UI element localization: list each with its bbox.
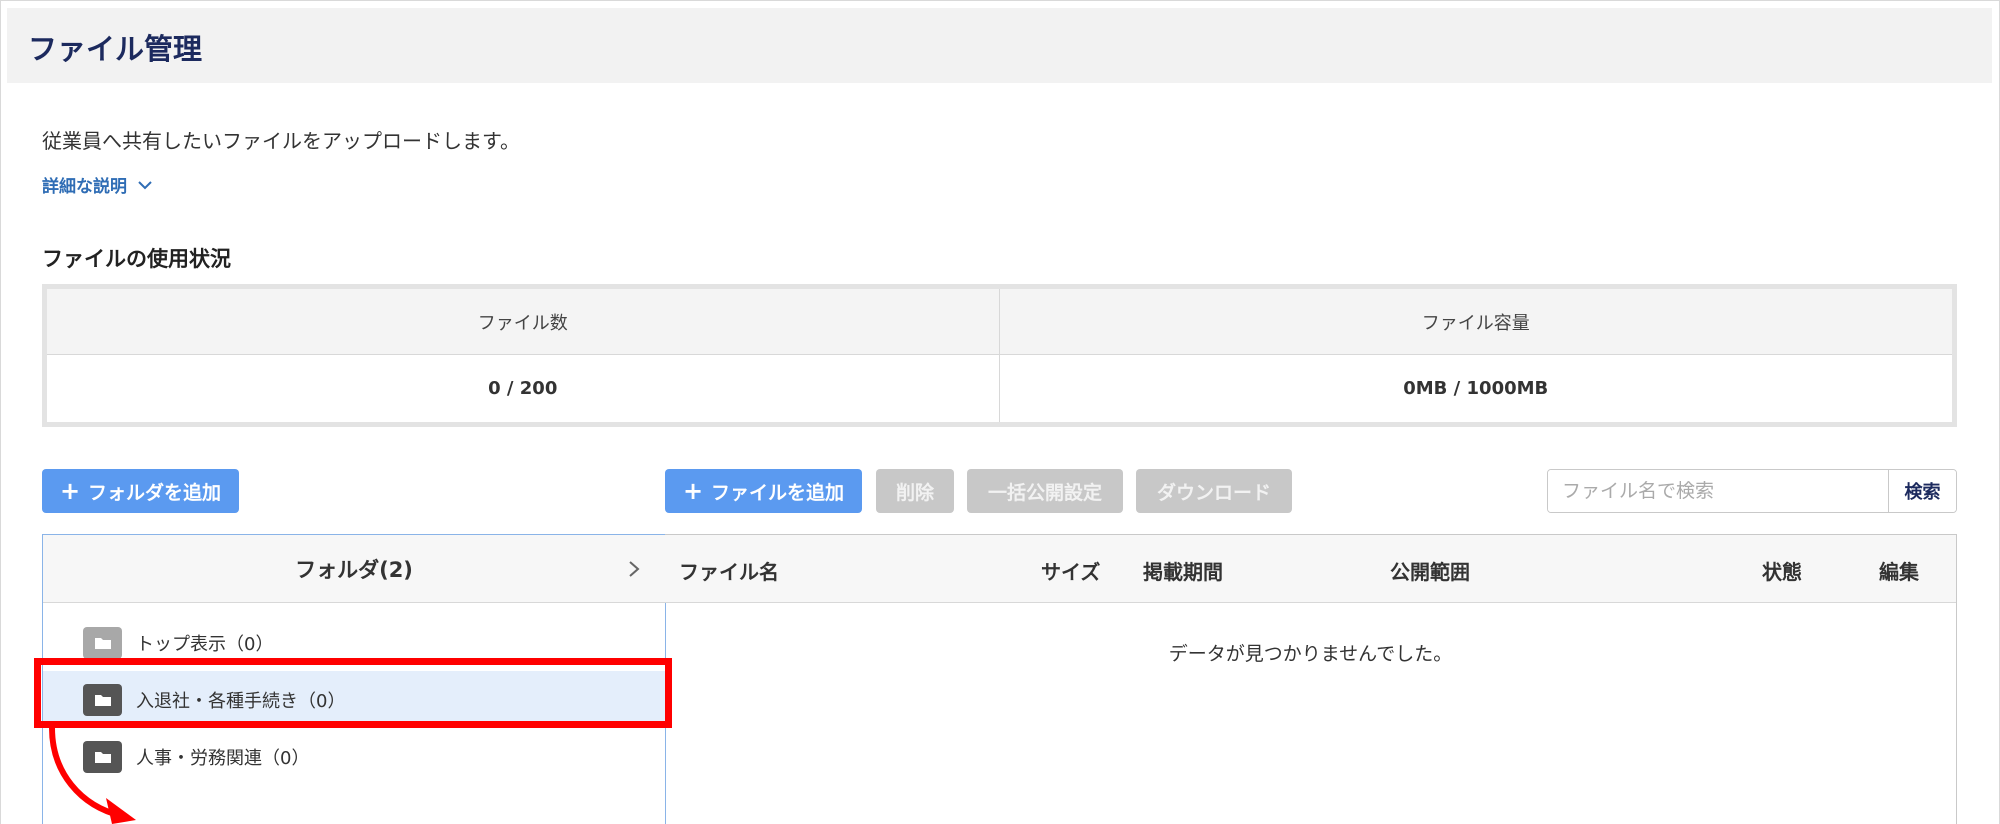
usage-header-file-count: ファイル数	[47, 289, 1000, 355]
file-panel: ファイル名 サイズ 掲載期間 公開範囲 状態 編集 データが見つかりませんでした…	[665, 534, 1957, 824]
detail-link-label: 詳細な説明	[42, 177, 127, 197]
search-box: 検索	[1547, 469, 1957, 513]
add-folder-button[interactable]: + フォルダを追加	[42, 469, 239, 513]
page-title: ファイル管理	[28, 32, 203, 66]
column-status: 状態	[1762, 560, 1802, 584]
column-publish-scope: 公開範囲	[1390, 560, 1470, 584]
detail-toggle-link[interactable]: 詳細な説明	[42, 172, 153, 197]
column-size: サイズ	[1041, 560, 1101, 584]
usage-header-file-capacity: ファイル容量	[999, 289, 1952, 355]
empty-message: データが見つかりませんでした。	[1168, 643, 1453, 665]
column-publish-period: 掲載期間	[1143, 560, 1223, 584]
usage-value-file-count: 0 / 200	[47, 355, 1000, 422]
folder-item-label: トップ表示（0）	[136, 633, 274, 655]
folder-count-label: フォルダ(2)	[295, 557, 413, 582]
plus-icon: +	[59, 477, 81, 505]
red-arrow-annotation	[49, 727, 136, 824]
search-button[interactable]: 検索	[1888, 470, 1956, 512]
chevron-right-icon[interactable]	[627, 559, 641, 579]
add-file-button[interactable]: + ファイルを追加	[665, 469, 862, 513]
usage-value-file-capacity: 0MB / 1000MB	[1403, 378, 1549, 399]
page-header: ファイル管理	[7, 8, 1992, 83]
page-description: 従業員へ共有したいファイルをアップロードします。	[42, 129, 520, 153]
file-search-input[interactable]	[1548, 470, 1888, 512]
usage-section-title: ファイルの使用状況	[42, 247, 231, 271]
bulk-publish-button[interactable]: 一括公開設定	[967, 469, 1123, 513]
chevron-down-icon	[138, 180, 152, 189]
column-edit: 編集	[1879, 560, 1919, 584]
delete-button[interactable]: 削除	[876, 469, 954, 513]
usage-table: ファイル数 ファイル容量 0 / 200 0MB / 1000MB	[42, 284, 1957, 427]
folder-item-label: 人事・労務関連（0）	[136, 747, 310, 769]
folder-panel-header: フォルダ(2)	[43, 535, 665, 603]
add-file-label: ファイルを追加	[711, 481, 845, 504]
add-folder-label: フォルダを追加	[88, 481, 222, 504]
file-table-header: ファイル名 サイズ 掲載期間 公開範囲 状態 編集	[665, 535, 1956, 603]
download-button[interactable]: ダウンロード	[1136, 469, 1292, 513]
column-file-name: ファイル名	[679, 560, 779, 584]
plus-icon: +	[682, 477, 704, 505]
folder-icon	[83, 626, 122, 659]
highlight-box	[34, 658, 672, 728]
